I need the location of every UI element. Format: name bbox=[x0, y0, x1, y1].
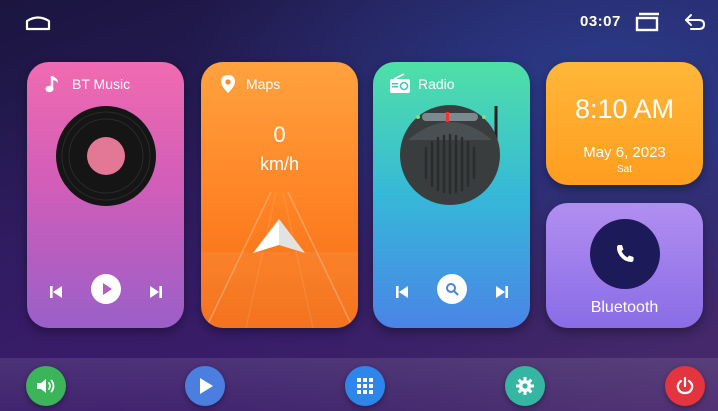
play-icon bbox=[103, 283, 112, 295]
recent-apps-icon[interactable] bbox=[633, 12, 661, 32]
maps-title: Maps bbox=[246, 76, 281, 92]
phone-icon bbox=[617, 245, 634, 262]
radio-title: Radio bbox=[418, 76, 455, 92]
settings-button[interactable] bbox=[505, 366, 545, 406]
vinyl-record-icon bbox=[56, 106, 156, 206]
next-track-button[interactable] bbox=[141, 277, 171, 307]
radio-scan-button[interactable] bbox=[437, 274, 467, 304]
status-clock: 03:07 bbox=[580, 13, 621, 30]
road-perspective-lines bbox=[201, 191, 358, 328]
media-play-button[interactable] bbox=[185, 366, 225, 406]
radio-next-button[interactable] bbox=[487, 277, 517, 307]
bt-music-title: BT Music bbox=[72, 76, 131, 92]
bluetooth-label: Bluetooth bbox=[590, 299, 659, 316]
clock-time: 8:10 AM bbox=[574, 94, 675, 124]
clock-day: Sat bbox=[616, 164, 632, 175]
skip-previous-icon bbox=[50, 286, 62, 298]
navigation-arrow-icon bbox=[253, 219, 305, 253]
play-button[interactable] bbox=[91, 274, 121, 304]
settings-gear-icon bbox=[516, 377, 534, 395]
skip-next-icon bbox=[496, 286, 508, 298]
home-icon[interactable] bbox=[24, 13, 52, 31]
apps-button[interactable] bbox=[345, 366, 385, 406]
power-icon bbox=[676, 376, 694, 395]
phone-button[interactable] bbox=[590, 219, 660, 289]
previous-track-button[interactable] bbox=[41, 277, 71, 307]
bluetooth-card[interactable]: Bluetooth bbox=[546, 203, 703, 328]
status-bar: 03:07 bbox=[0, 0, 718, 44]
radio-icon bbox=[390, 73, 410, 93]
music-note-icon bbox=[45, 76, 58, 93]
play-icon bbox=[200, 378, 213, 394]
radio-card[interactable]: Radio bbox=[373, 62, 530, 328]
skip-next-icon bbox=[150, 286, 162, 298]
apps-grid-icon bbox=[357, 378, 373, 394]
back-icon[interactable] bbox=[683, 12, 707, 32]
clock-card[interactable]: 8:10 AM May 6, 2023 Sat bbox=[546, 62, 703, 185]
power-button[interactable] bbox=[665, 366, 705, 406]
radio-previous-button[interactable] bbox=[387, 277, 417, 307]
volume-icon bbox=[37, 379, 55, 393]
bt-music-card[interactable]: BT Music bbox=[27, 62, 184, 328]
speed-unit: km/h bbox=[259, 154, 299, 174]
speed-value: 0 bbox=[273, 122, 286, 147]
map-pin-icon bbox=[221, 75, 235, 93]
skip-previous-icon bbox=[396, 286, 408, 298]
radio-speaker-illustration bbox=[400, 105, 500, 205]
volume-button[interactable] bbox=[26, 366, 66, 406]
clock-date: May 6, 2023 bbox=[583, 144, 666, 161]
search-icon bbox=[446, 283, 459, 296]
maps-card[interactable]: Maps 0 km/h bbox=[201, 62, 358, 328]
